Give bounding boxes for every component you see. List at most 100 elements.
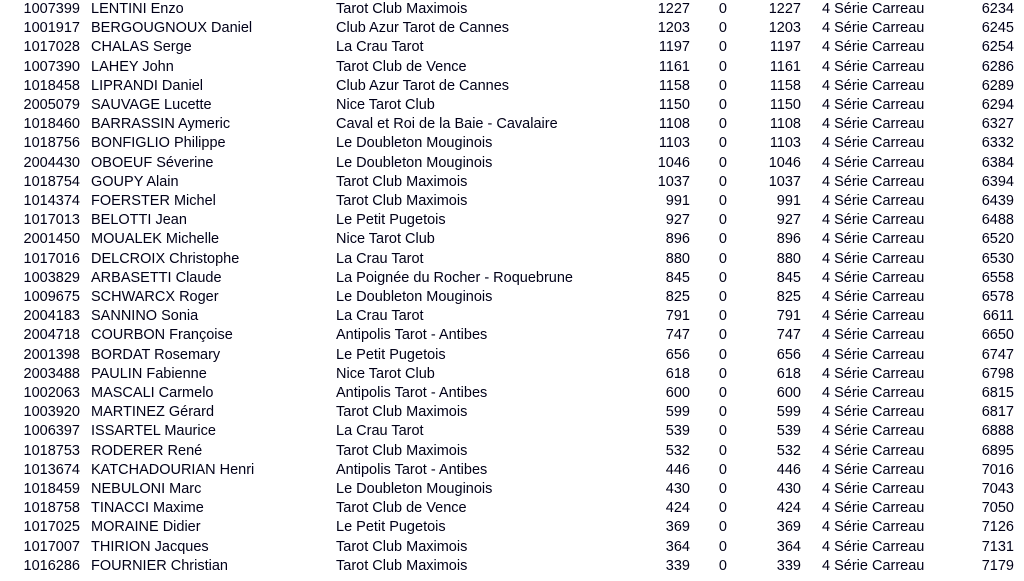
- table-row: 1007399 LENTINI Enzo Tarot Club Maximois 12…: [0, 0, 1024, 19]
- cell-spacer: [727, 518, 760, 537]
- cell-spacer: [690, 384, 716, 403]
- cell-license: 1003829: [23, 269, 80, 286]
- cell-license: 1018753: [23, 442, 80, 459]
- cell-license: 2004718: [23, 327, 80, 344]
- cell-player-name: ARBASETTI Claude: [91, 269, 222, 286]
- cell-spacer: [801, 134, 822, 153]
- cell-spacer: [80, 19, 91, 38]
- cell-player-name: ISSARTEL Maurice: [91, 423, 216, 440]
- cell-spacer: [80, 269, 91, 288]
- cell-player-name: BERGOUGNOUX Daniel: [91, 20, 253, 37]
- cell-spacer: [801, 442, 822, 461]
- cell-club: Le Petit Pugetois: [336, 212, 446, 229]
- cell-player-name: BORDAT Rosemary: [91, 346, 221, 363]
- cell-spacer: [727, 269, 760, 288]
- cell-rank: 6578: [981, 289, 1014, 306]
- cell-spacer: [801, 250, 822, 269]
- table-row: 1018458 LIPRANDI Daniel Club Azur Tarot de…: [0, 77, 1024, 96]
- cell-rank: 6488: [981, 212, 1014, 229]
- cell-license: 1017016: [23, 250, 80, 267]
- cell-penalty: 0: [718, 481, 727, 498]
- cell-club: Club Azur Tarot de Cannes: [336, 77, 510, 94]
- cell-license: 1009675: [23, 289, 80, 306]
- cell-license: 1018756: [23, 135, 80, 152]
- table-row: 2003488 PAULIN Fabienne Nice Tarot Club 618…: [0, 365, 1024, 384]
- cell-spacer: [80, 422, 91, 441]
- cell-points: 1150: [658, 97, 690, 114]
- cell-series: 4 Série Carreau: [822, 58, 925, 75]
- cell-total: 1158: [769, 77, 801, 94]
- cell-series: 4 Série Carreau: [822, 154, 925, 171]
- cell-spacer: [80, 211, 91, 230]
- cell-spacer: [727, 499, 760, 518]
- cell-points: 991: [665, 193, 690, 210]
- cell-spacer: [1014, 461, 1024, 480]
- cell-license: 2004430: [23, 154, 80, 171]
- cell-spacer: [801, 480, 822, 499]
- cell-license: 1007399: [23, 1, 80, 17]
- cell-points: 539: [665, 423, 690, 440]
- cell-license: 1007390: [23, 58, 80, 75]
- cell-club: La Crau Tarot: [336, 308, 424, 325]
- cell-spacer: [801, 211, 822, 230]
- cell-spacer: [727, 422, 760, 441]
- cell-penalty: 0: [718, 58, 727, 75]
- cell-penalty: 0: [718, 1, 727, 17]
- cell-series: 4 Série Carreau: [822, 212, 925, 229]
- cell-penalty: 0: [718, 135, 727, 152]
- cell-total: 927: [776, 212, 801, 229]
- cell-club: Tarot Club Maximois: [336, 193, 468, 210]
- cell-rank: 7050: [981, 500, 1014, 517]
- cell-spacer: [801, 538, 822, 557]
- cell-points: 369: [665, 519, 690, 536]
- cell-points: 880: [665, 250, 690, 267]
- cell-rank: 6650: [981, 327, 1014, 344]
- cell-player-name: PAULIN Fabienne: [91, 365, 207, 382]
- cell-spacer: [727, 96, 760, 115]
- table-row: 1003920 MARTINEZ Gérard Tarot Club Maximoi…: [0, 403, 1024, 422]
- cell-club: Tarot Club Maximois: [336, 538, 468, 555]
- cell-spacer: [690, 538, 716, 557]
- cell-license: 1014374: [23, 193, 80, 210]
- cell-spacer: [727, 192, 760, 211]
- cell-spacer: [801, 518, 822, 537]
- table-row: 1018754 GOUPY Alain Tarot Club Maximois 103…: [0, 173, 1024, 192]
- cell-rank: 6289: [981, 77, 1014, 94]
- cell-series: 4 Série Carreau: [822, 289, 925, 306]
- cell-player-name: BELOTTI Jean: [91, 212, 187, 229]
- cell-total: 747: [776, 327, 801, 344]
- cell-series: 4 Série Carreau: [822, 346, 925, 363]
- cell-spacer: [690, 230, 716, 249]
- cell-spacer: [1014, 307, 1024, 326]
- cell-points: 364: [665, 538, 690, 555]
- cell-penalty: 0: [718, 289, 727, 306]
- cell-penalty: 0: [718, 97, 727, 114]
- cell-series: 4 Série Carreau: [822, 327, 925, 344]
- cell-spacer: [1014, 77, 1024, 96]
- cell-spacer: [727, 326, 760, 345]
- cell-total: 539: [776, 423, 801, 440]
- cell-spacer: [80, 288, 91, 307]
- cell-club: Antipolis Tarot - Antibes: [336, 461, 488, 478]
- cell-license: 1016286: [23, 557, 80, 574]
- cell-penalty: 0: [718, 538, 727, 555]
- cell-total: 1161: [769, 58, 801, 75]
- cell-spacer: [801, 58, 822, 77]
- cell-points: 1197: [658, 39, 690, 56]
- cell-series: 4 Série Carreau: [822, 77, 925, 94]
- cell-spacer: [1014, 538, 1024, 557]
- cell-spacer: [80, 115, 91, 134]
- cell-spacer: [1014, 480, 1024, 499]
- cell-rank: 6332: [981, 135, 1014, 152]
- cell-points: 532: [665, 442, 690, 459]
- cell-penalty: 0: [718, 231, 727, 248]
- table-row: 1002063 MASCALI Carmelo Antipolis Tarot - …: [0, 384, 1024, 403]
- cell-spacer: [1014, 19, 1024, 38]
- cell-club: Nice Tarot Club: [336, 97, 435, 114]
- cell-spacer: [80, 557, 91, 576]
- table-row: 1009675 SCHWARCX Roger Le Doubleton Mougin…: [0, 288, 1024, 307]
- cell-series: 4 Série Carreau: [822, 135, 925, 152]
- cell-club: La Crau Tarot: [336, 423, 424, 440]
- cell-spacer: [690, 346, 716, 365]
- cell-club: Antipolis Tarot - Antibes: [336, 327, 488, 344]
